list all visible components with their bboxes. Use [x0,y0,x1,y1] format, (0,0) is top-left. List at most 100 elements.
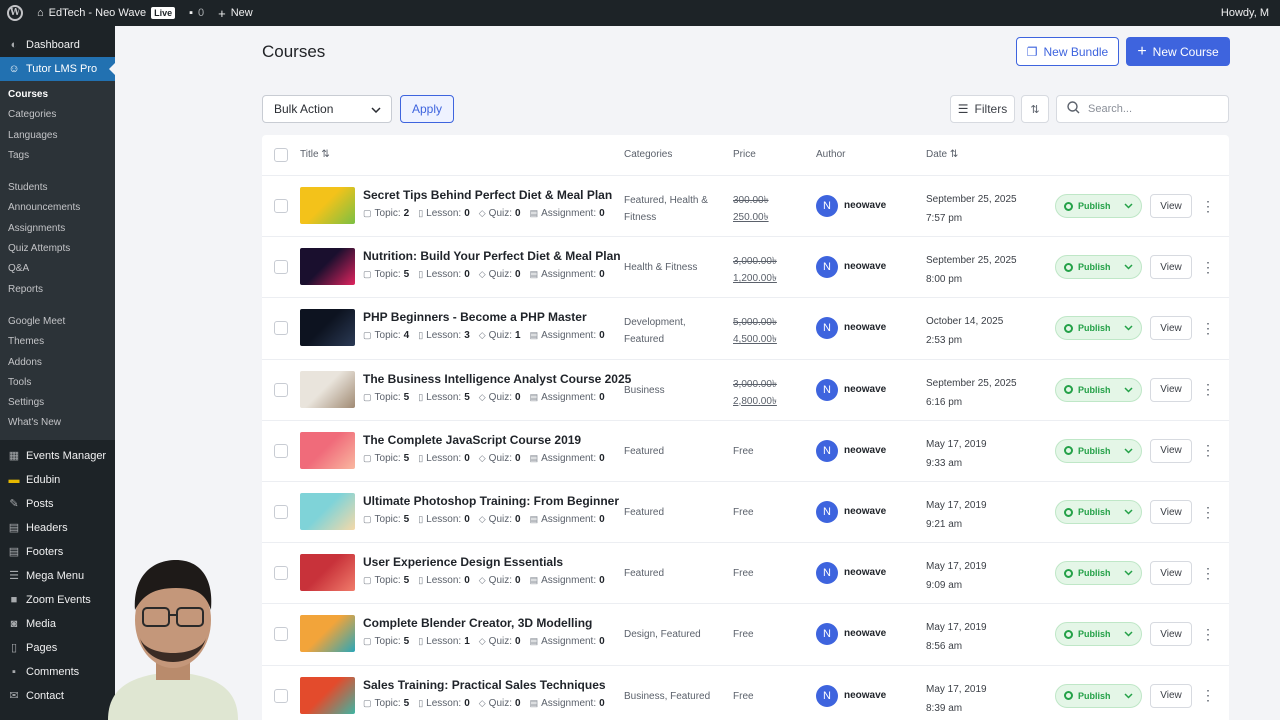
apply-button[interactable]: Apply [400,95,454,123]
status-dropdown[interactable]: Publish [1055,438,1142,463]
topic-value: 5 [403,514,410,525]
row-checkbox[interactable] [274,382,288,397]
status-dropdown[interactable]: Publish [1055,683,1142,708]
bulk-action-select[interactable]: Bulk Action [262,95,392,123]
course-title[interactable]: User Experience Design Essentials [363,555,563,569]
filters-button[interactable]: ☰ Filters [950,95,1015,123]
course-title[interactable]: Sales Training: Practical Sales Techniqu… [363,678,606,692]
row-checkbox[interactable] [274,688,288,703]
status-dropdown[interactable]: Publish [1055,316,1142,341]
site-name-link[interactable]: ⌂ EdTech - Neo Wave Live [30,0,182,26]
view-button[interactable]: View [1150,438,1192,463]
column-title[interactable]: Title ⇅ [300,149,330,160]
course-title[interactable]: Ultimate Photoshop Training: From Beginn… [363,494,619,508]
view-button[interactable]: View [1150,622,1192,647]
submenu-addons[interactable]: Addons [0,353,115,373]
row-checkbox[interactable] [274,321,288,336]
more-options-icon[interactable]: ⋮ [1201,562,1215,584]
course-title[interactable]: The Business Intelligence Analyst Course… [363,372,631,386]
submenu-tags[interactable]: Tags [0,146,115,166]
status-dropdown[interactable]: Publish [1055,194,1142,218]
row-checkbox[interactable] [274,505,288,519]
more-options-icon[interactable]: ⋮ [1201,379,1215,401]
status-dropdown[interactable]: Publish [1055,561,1142,586]
row-checkbox[interactable] [274,627,288,642]
sidebar-item-events-manager[interactable]: ▦ Events Manager [0,444,115,468]
submenu-students[interactable]: Students [0,178,115,198]
quiz-count: ◇ Quiz: 0 [479,575,521,586]
author-name: neowave [844,383,887,395]
course-thumbnail[interactable] [300,554,355,592]
more-options-icon[interactable]: ⋮ [1201,623,1215,645]
more-options-icon[interactable]: ⋮ [1201,685,1215,707]
status-dropdown[interactable]: Publish [1055,377,1142,402]
status-dropdown[interactable]: Publish [1055,622,1142,647]
comments-count: 0 [198,7,205,19]
course-thumbnail[interactable] [300,615,355,653]
submenu-whats-new[interactable]: What's New [0,413,115,433]
course-title[interactable]: Complete Blender Creator, 3D Modelling [363,616,592,630]
sidebar-item-headers[interactable]: ▤ Headers [0,516,115,540]
submenu-settings[interactable]: Settings [0,393,115,413]
more-options-icon[interactable]: ⋮ [1201,317,1215,339]
course-title[interactable]: Secret Tips Behind Perfect Diet & Meal P… [363,188,612,202]
course-thumbnail[interactable] [300,431,355,469]
course-title[interactable]: Nutrition: Build Your Perfect Diet & Mea… [363,249,621,263]
course-thumbnail[interactable] [300,187,355,224]
view-button[interactable]: View [1150,194,1192,218]
row-checkbox[interactable] [274,260,288,275]
submenu-announcements[interactable]: Announcements [0,198,115,218]
row-checkbox[interactable] [274,199,288,213]
submenu-courses[interactable]: Courses [0,85,115,105]
sidebar-item-edubin[interactable]: ▬ Edubin [0,468,115,492]
course-thumbnail[interactable] [300,370,355,408]
view-button[interactable]: View [1150,500,1192,524]
submenu-languages[interactable]: Languages [0,126,115,146]
course-title[interactable]: PHP Beginners - Become a PHP Master [363,310,587,324]
row-checkbox[interactable] [274,566,288,581]
column-date[interactable]: Date ⇅ [926,149,958,160]
more-options-icon[interactable]: ⋮ [1201,501,1215,523]
eye-icon [1064,385,1073,395]
row-checkbox[interactable] [274,443,288,458]
submenu-categories[interactable]: Categories [0,105,115,125]
course-thumbnail[interactable] [300,676,355,714]
eye-icon [1064,446,1073,456]
submenu-quiz-attempts[interactable]: Quiz Attempts [0,239,115,259]
topic-value: 5 [403,391,410,403]
comments-link[interactable]: ▪ 0 [182,0,211,26]
sidebar-item-posts[interactable]: ✎ Posts [0,492,115,516]
more-options-icon[interactable]: ⋮ [1201,195,1215,217]
course-thumbnail[interactable] [300,248,355,286]
search-input[interactable] [1088,103,1208,115]
submenu-reports[interactable]: Reports [0,280,115,300]
select-all-checkbox[interactable] [274,148,288,162]
view-button[interactable]: View [1150,683,1192,708]
view-button[interactable]: View [1150,377,1192,402]
view-button[interactable]: View [1150,255,1192,280]
submenu-tools[interactable]: Tools [0,373,115,393]
sort-button[interactable]: ⇅ [1021,95,1049,123]
submenu-google-meet[interactable]: Google Meet [0,312,115,332]
view-button[interactable]: View [1150,316,1192,341]
submenu-qa[interactable]: Q&A [0,259,115,279]
more-options-icon[interactable]: ⋮ [1201,440,1215,462]
status-dropdown[interactable]: Publish [1055,500,1142,524]
topic-icon: ▢ [363,269,372,280]
lesson-value: 0 [464,697,470,709]
course-thumbnail[interactable] [300,309,355,347]
course-title[interactable]: The Complete JavaScript Course 2019 [363,433,581,447]
wp-logo-button[interactable]: W [0,0,30,26]
sidebar-item-tutor-lms[interactable]: ☺ Tutor LMS Pro [0,57,115,81]
new-bundle-button[interactable]: ❐ New Bundle [1016,37,1119,66]
course-thumbnail[interactable] [300,493,355,530]
submenu-themes[interactable]: Themes [0,332,115,352]
status-dropdown[interactable]: Publish [1055,255,1142,280]
sidebar-item-dashboard[interactable]: ◐ Dashboard [0,33,115,57]
submenu-assignments[interactable]: Assignments [0,219,115,239]
more-options-icon[interactable]: ⋮ [1201,256,1215,278]
view-button[interactable]: View [1150,561,1192,586]
howdy-account[interactable]: Howdy, M [1214,0,1276,26]
new-content-link[interactable]: + New [211,0,260,26]
new-course-button[interactable]: + New Course [1126,37,1230,66]
